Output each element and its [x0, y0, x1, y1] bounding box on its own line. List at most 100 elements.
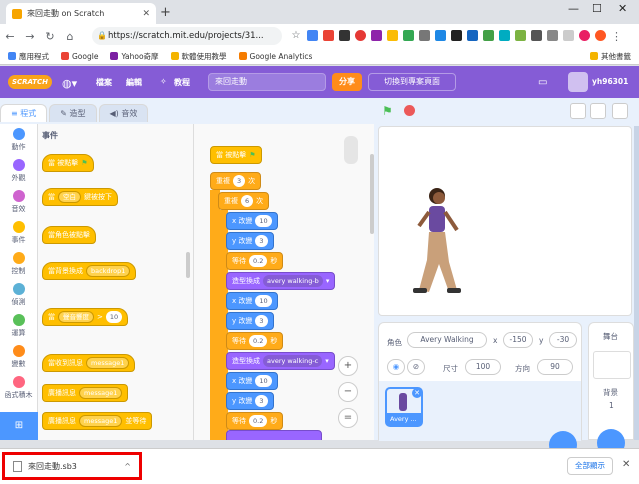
category-looks[interactable]: 外觀	[0, 155, 37, 186]
value-input[interactable]: 3	[255, 395, 268, 407]
loudness-value[interactable]: 10	[105, 311, 123, 323]
bookmark-tutorials[interactable]: 軟體使用教學	[170, 51, 227, 62]
script-switch-costume[interactable]: 造型換成 avery walking-b ▾	[226, 272, 336, 290]
block-when-sprite-clicked[interactable]: 當角色被點擊	[42, 226, 96, 244]
category-sensing[interactable]: 偵測	[0, 279, 37, 310]
value-input[interactable]: 0.2	[249, 415, 268, 427]
tutorials-icon[interactable]: ✧	[160, 77, 167, 86]
extension-icon[interactable]	[307, 30, 318, 41]
extension-icon[interactable]	[387, 30, 398, 41]
minimize-icon[interactable]: —	[568, 2, 579, 15]
hide-icon[interactable]: ⊘	[407, 359, 425, 375]
extension-icon[interactable]	[563, 30, 574, 41]
script-when-flag-clicked[interactable]: 當 被點擊 ⚑	[210, 146, 262, 164]
reload-icon[interactable]: ↻	[40, 30, 60, 43]
browser-tab[interactable]: 來回走動 on Scratch ✕	[6, 3, 156, 24]
stage-selector[interactable]: 舞台 背景 1	[588, 322, 634, 457]
download-item[interactable]: 來回走動.sb3 ^	[2, 452, 142, 480]
backdrop-dropdown[interactable]: backdrop1	[86, 265, 131, 277]
extension-icon[interactable]	[323, 30, 334, 41]
globe-icon[interactable]: ◍▾	[62, 77, 77, 90]
key-dropdown[interactable]: 空白	[58, 191, 81, 203]
script-change-x[interactable]: x 改變 10	[226, 212, 278, 230]
see-project-page-button[interactable]: 切換到專案頁面	[368, 73, 456, 91]
script-change-x[interactable]: x 改變 10	[226, 292, 278, 310]
size-input[interactable]: 100	[465, 359, 501, 375]
extension-icon[interactable]	[547, 30, 558, 41]
block-broadcast-and-wait[interactable]: 廣播訊息 message1 並等待	[42, 412, 153, 430]
zoom-out-icon[interactable]: −	[338, 382, 358, 402]
value-input[interactable]: 0.2	[249, 335, 268, 347]
close-icon[interactable]: ✕	[622, 459, 630, 470]
value-input[interactable]: 3	[255, 315, 268, 327]
y-input[interactable]: -30	[549, 332, 577, 348]
script-repeat-outer[interactable]: 重複 3 次	[210, 172, 262, 190]
show-visible-icon[interactable]: ◉	[387, 359, 405, 375]
tab-code[interactable]: ≡ 程式	[0, 104, 48, 122]
show-all-button[interactable]: 全部顯示	[567, 457, 613, 475]
address-bar[interactable]: 🔒 https://scratch.mit.edu/projects/31...	[92, 27, 282, 45]
new-tab-icon[interactable]: +	[160, 5, 171, 20]
zoom-reset-icon[interactable]: =	[338, 408, 358, 428]
avery-walking-sprite[interactable]	[399, 182, 479, 302]
extension-icon[interactable]	[403, 30, 414, 41]
chrome-menu-icon[interactable]: ⋮	[611, 30, 622, 43]
other-bookmarks[interactable]: 其他書籤	[590, 51, 631, 62]
green-flag-icon[interactable]: ⚑	[382, 104, 393, 118]
tab-costumes[interactable]: ✎ 造型	[49, 104, 97, 122]
value-input[interactable]: 10	[255, 375, 272, 387]
repeat-count[interactable]: 6	[241, 195, 254, 207]
extension-icon[interactable]	[483, 30, 494, 41]
menu-edit[interactable]: 編輯	[126, 77, 142, 88]
scratch-logo[interactable]: SCRATCH	[8, 75, 52, 89]
close-tab-icon[interactable]: ✕	[142, 9, 150, 19]
extension-icon[interactable]	[451, 30, 462, 41]
username[interactable]: yh96301	[592, 77, 628, 86]
script-scrollbar[interactable]	[370, 154, 374, 234]
value-input[interactable]: 0.2	[249, 255, 268, 267]
sprite-name-input[interactable]: Avery Walking	[407, 332, 487, 348]
extension-icon[interactable]	[531, 30, 542, 41]
block-when-receive[interactable]: 當收到訊息 message1	[42, 354, 136, 372]
stage-thumbnail[interactable]	[593, 351, 631, 379]
costume-dropdown[interactable]: avery walking-b	[263, 275, 323, 287]
value-input[interactable]: 3	[255, 235, 268, 247]
fullscreen-icon[interactable]	[612, 103, 628, 119]
category-sound[interactable]: 音效	[0, 186, 37, 217]
message-dropdown[interactable]: message1	[86, 357, 130, 369]
stop-icon[interactable]	[404, 105, 415, 116]
tab-sounds[interactable]: ◀) 音效	[98, 104, 149, 122]
home-icon[interactable]: ⌂	[60, 30, 80, 43]
page-scrollbar[interactable]	[634, 126, 639, 440]
delete-sprite-icon[interactable]: ✕	[412, 388, 422, 398]
extension-icon[interactable]	[371, 30, 382, 41]
block-when-flag-clicked[interactable]: 當 被點擊 ⚑	[42, 154, 94, 172]
normal-stage-icon[interactable]	[590, 103, 606, 119]
folder-icon[interactable]: ▭	[538, 77, 547, 88]
block-when-backdrop-switches[interactable]: 當背景換成 backdrop1	[42, 262, 137, 280]
maximize-icon[interactable]: ☐	[592, 2, 602, 15]
menu-file[interactable]: 檔案	[96, 77, 112, 88]
share-button[interactable]: 分享	[332, 73, 362, 91]
block-broadcast[interactable]: 廣播訊息 message1	[42, 384, 129, 402]
forward-icon[interactable]: →	[20, 30, 40, 43]
chevron-up-icon[interactable]: ^	[124, 462, 131, 471]
star-icon[interactable]: ☆	[290, 30, 302, 43]
block-when-key-pressed[interactable]: 當空白 鍵被按下	[42, 188, 118, 206]
costume-dropdown[interactable]: avery walking-c	[263, 355, 323, 367]
avatar[interactable]	[568, 72, 588, 92]
bookmark-apps[interactable]: 應用程式	[8, 51, 49, 62]
message-dropdown[interactable]: message1	[79, 387, 123, 399]
script-switch-costume[interactable]: 造型換成 avery walking-c ▾	[226, 352, 335, 370]
extension-icon[interactable]	[515, 30, 526, 41]
script-change-y[interactable]: y 改變 3	[226, 312, 274, 330]
add-extension-button[interactable]: ⊞	[0, 412, 38, 440]
extension-icon[interactable]	[419, 30, 430, 41]
script-change-x[interactable]: x 改變 10	[226, 372, 278, 390]
extension-icon[interactable]	[435, 30, 446, 41]
loudness-dropdown[interactable]: 聲音響度	[58, 311, 94, 323]
script-change-y[interactable]: y 改變 3	[226, 392, 274, 410]
message-dropdown[interactable]: message1	[79, 415, 123, 427]
category-events[interactable]: 事件	[0, 217, 37, 248]
small-stage-icon[interactable]	[570, 103, 586, 119]
